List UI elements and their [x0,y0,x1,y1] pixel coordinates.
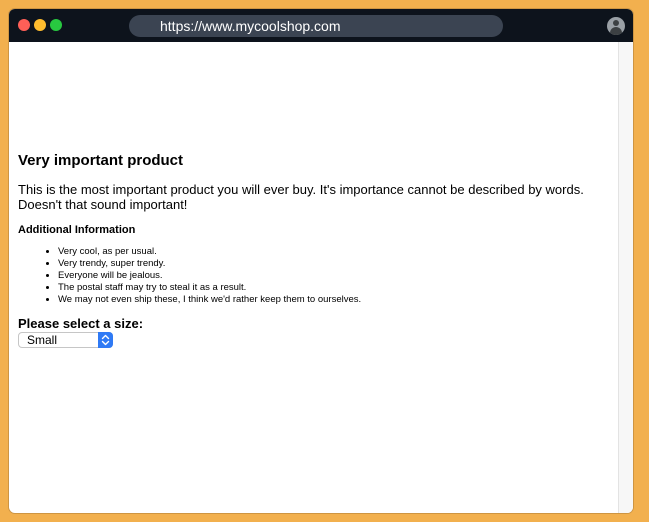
additional-info-heading: Additional Information [18,224,136,236]
profile-body-shape [610,27,622,35]
size-select[interactable]: Small [18,332,113,348]
product-title: Very important product [18,152,184,169]
chevron-updown-icon-glyph [101,334,110,346]
minimize-window-icon[interactable] [34,19,46,31]
vertical-scrollbar[interactable] [618,42,633,513]
feature-item: Very cool, as per usual. [58,246,361,258]
size-select-value: Small [27,333,58,347]
feature-item: The postal staff may try to steal it as … [58,282,361,294]
chevron-updown-icon[interactable] [98,332,113,348]
page-content: Very important product This is the most … [18,42,617,513]
feature-list: Very cool, as per usual. Very trendy, su… [18,246,361,306]
title-bar: https://www.mycoolshop.com [9,9,633,42]
address-bar-url: https://www.mycoolshop.com [160,18,341,34]
address-bar[interactable]: https://www.mycoolshop.com [129,15,503,37]
product-description: This is the most important product you w… [18,182,584,212]
profile-head-shape [613,20,619,26]
feature-item: Everyone will be jealous. [58,270,361,282]
profile-icon[interactable] [607,17,625,35]
close-window-icon[interactable] [18,19,30,31]
zoom-window-icon[interactable] [50,19,62,31]
feature-item: Very trendy, super trendy. [58,258,361,270]
browser-window: https://www.mycoolshop.com Very importan… [9,9,633,513]
feature-item: We may not even ship these, I think we'd… [58,294,361,306]
size-label: Please select a size: [18,316,144,331]
